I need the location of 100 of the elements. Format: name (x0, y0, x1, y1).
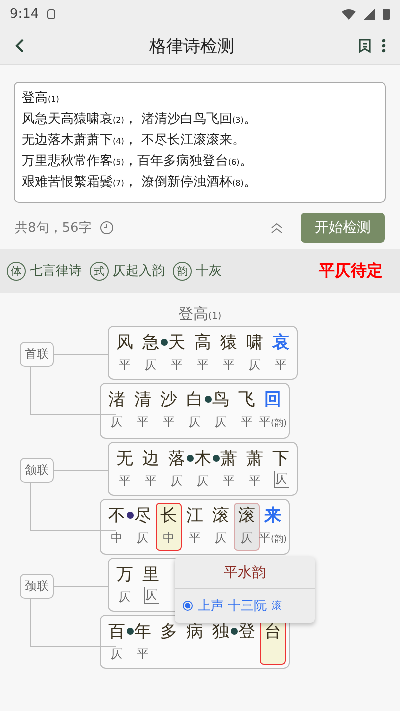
tone-label: 平 (189, 530, 201, 547)
tone-label: 仄 (111, 414, 123, 431)
tone-label: 仄 (241, 530, 253, 547)
character-cell[interactable]: 清 平 (130, 387, 156, 435)
tone-label: 平 (223, 357, 235, 374)
character-cell[interactable]: 沙 平 (156, 387, 182, 435)
character-cell[interactable]: 萧 平 (216, 446, 242, 492)
character-cell[interactable]: 来 平(韵) (260, 503, 286, 551)
verse-character: 年 (134, 621, 152, 644)
couplet-label: 颈联 (20, 574, 54, 599)
tag-badge: 韵 (173, 262, 192, 280)
character-cell[interactable]: 不 中 (104, 503, 130, 551)
tag-badge: 式 (90, 262, 109, 280)
character-cell[interactable]: 边 平 (138, 446, 164, 492)
character-cell[interactable]: 飞 平 (234, 387, 260, 435)
character-cell[interactable]: 渚 仄 (104, 387, 130, 435)
tone-label: 平 (119, 473, 131, 490)
page-title: 格律诗检测 (148, 36, 236, 58)
sim-icon (47, 8, 56, 20)
tone-label: 中 (163, 530, 175, 547)
character-cell[interactable]: 滚 仄 (234, 503, 260, 551)
verse-character: 高 (194, 332, 212, 355)
tone-label: 平 (197, 357, 209, 374)
character-cell[interactable]: 木 仄 (190, 446, 216, 492)
character-cell[interactable]: 无 平 (112, 446, 138, 492)
clock-icon[interactable] (100, 221, 114, 235)
character-cell[interactable]: 急 仄 (138, 330, 164, 376)
bookmark-icon[interactable] (356, 36, 374, 56)
character-cell[interactable]: 滚 仄 (208, 503, 234, 551)
verse-line-card[interactable]: 无 平 边 平 落 仄 木 仄 萧 平 萧 平 下 仄 (108, 442, 298, 496)
character-cell[interactable]: 长 中 (156, 503, 182, 551)
verse-character: 风 (116, 332, 134, 355)
tone-label: 平 (223, 473, 235, 490)
tone-label: 平 (145, 473, 157, 490)
verdict-text: 平仄待定 (319, 260, 383, 282)
start-check-button[interactable]: 开始检测 (301, 213, 385, 243)
verse-character: 落 (168, 448, 186, 471)
tone-label: 仄 (249, 357, 261, 374)
verse-character: 台 (264, 621, 282, 644)
tone-label: 平 (137, 646, 149, 663)
status-time: 9:14 (10, 6, 40, 22)
tone-label: 仄 (145, 357, 157, 374)
verse-line-card[interactable]: 不 中 尽 仄 长 中 江 平 滚 仄 滚 仄 来 平(韵) (100, 499, 290, 555)
verse-character: 滚 (212, 505, 230, 528)
popup-title: 平水韵 (175, 557, 315, 589)
character-cell[interactable]: 里 仄 (138, 562, 164, 608)
tag-label: 七言律诗 (30, 263, 82, 280)
verse-character: 天 (168, 332, 186, 355)
verse-character: 尽 (134, 505, 152, 528)
verse-character: 边 (142, 448, 160, 471)
verse-character: 登 (238, 621, 256, 644)
tone-label: 平(韵) (258, 414, 288, 431)
character-cell[interactable]: 哀 平 (268, 330, 294, 376)
character-cell[interactable]: 年 平 (130, 619, 156, 665)
character-cell[interactable]: 鸟 仄 (208, 387, 234, 435)
verse-character: 萧 (246, 448, 264, 471)
verse-line-card[interactable]: 风 平 急 仄 天 平 高 平 猿 平 啸 仄 哀 平 (108, 326, 298, 380)
verse-character: 不 (108, 505, 126, 528)
character-cell[interactable]: 百 仄 (104, 619, 130, 665)
character-cell[interactable]: 高 平 (190, 330, 216, 376)
couplet-label: 首联 (20, 342, 54, 367)
verse-character: 木 (194, 448, 212, 471)
character-cell[interactable]: 啸 仄 (242, 330, 268, 376)
verse-character: 啸 (246, 332, 264, 355)
signal-icon (364, 8, 375, 20)
verse-character: 鸟 (212, 389, 230, 412)
verse-character: 飞 (238, 389, 256, 412)
character-cell[interactable]: 回 平(韵) (260, 387, 286, 435)
character-cell[interactable]: 萧 平 (242, 446, 268, 492)
tone-label: 仄 (171, 473, 183, 490)
character-cell[interactable]: 落 仄 (164, 446, 190, 492)
verse-character: 多 (160, 621, 178, 644)
character-cell[interactable]: 风 平 (112, 330, 138, 376)
verse-character: 渚 (108, 389, 126, 412)
verse-character: 清 (134, 389, 152, 412)
collapse-icon[interactable] (271, 222, 283, 234)
tone-label: 仄 (189, 414, 201, 431)
character-cell[interactable]: 江 平 (182, 503, 208, 551)
verse-character: 独 (212, 621, 230, 644)
tone-label: 仄 (119, 589, 131, 606)
verse-line-card[interactable]: 渚 仄 清 平 沙 平 白 仄 鸟 仄 飞 平 回 平(韵) (100, 383, 290, 439)
tone-label: 平 (171, 357, 183, 374)
verse-character: 猿 (220, 332, 238, 355)
verse-character: 白 (186, 389, 204, 412)
verse-character: 病 (186, 621, 204, 644)
verse-line-card[interactable]: 百 仄 年 平 多 病 独 登 台 (100, 615, 290, 669)
character-cell[interactable]: 下 仄 (268, 446, 294, 492)
character-cell[interactable]: 尽 仄 (130, 503, 156, 551)
character-cell[interactable]: 天 平 (164, 330, 190, 376)
tone-label: 仄 (215, 530, 227, 547)
verse-character: 里 (142, 564, 160, 587)
character-cell[interactable]: 白 仄 (182, 387, 208, 435)
verse-character: 长 (160, 505, 178, 528)
tone-label: 中 (111, 530, 123, 547)
couplet-label: 颔联 (20, 458, 54, 483)
summary-text: 共8句，56字 (15, 220, 92, 237)
character-cell[interactable]: 万 仄 (112, 562, 138, 608)
verse-character: 来 (264, 505, 282, 528)
character-cell[interactable]: 猿 平 (216, 330, 242, 376)
verse-character: 哀 (272, 332, 290, 355)
